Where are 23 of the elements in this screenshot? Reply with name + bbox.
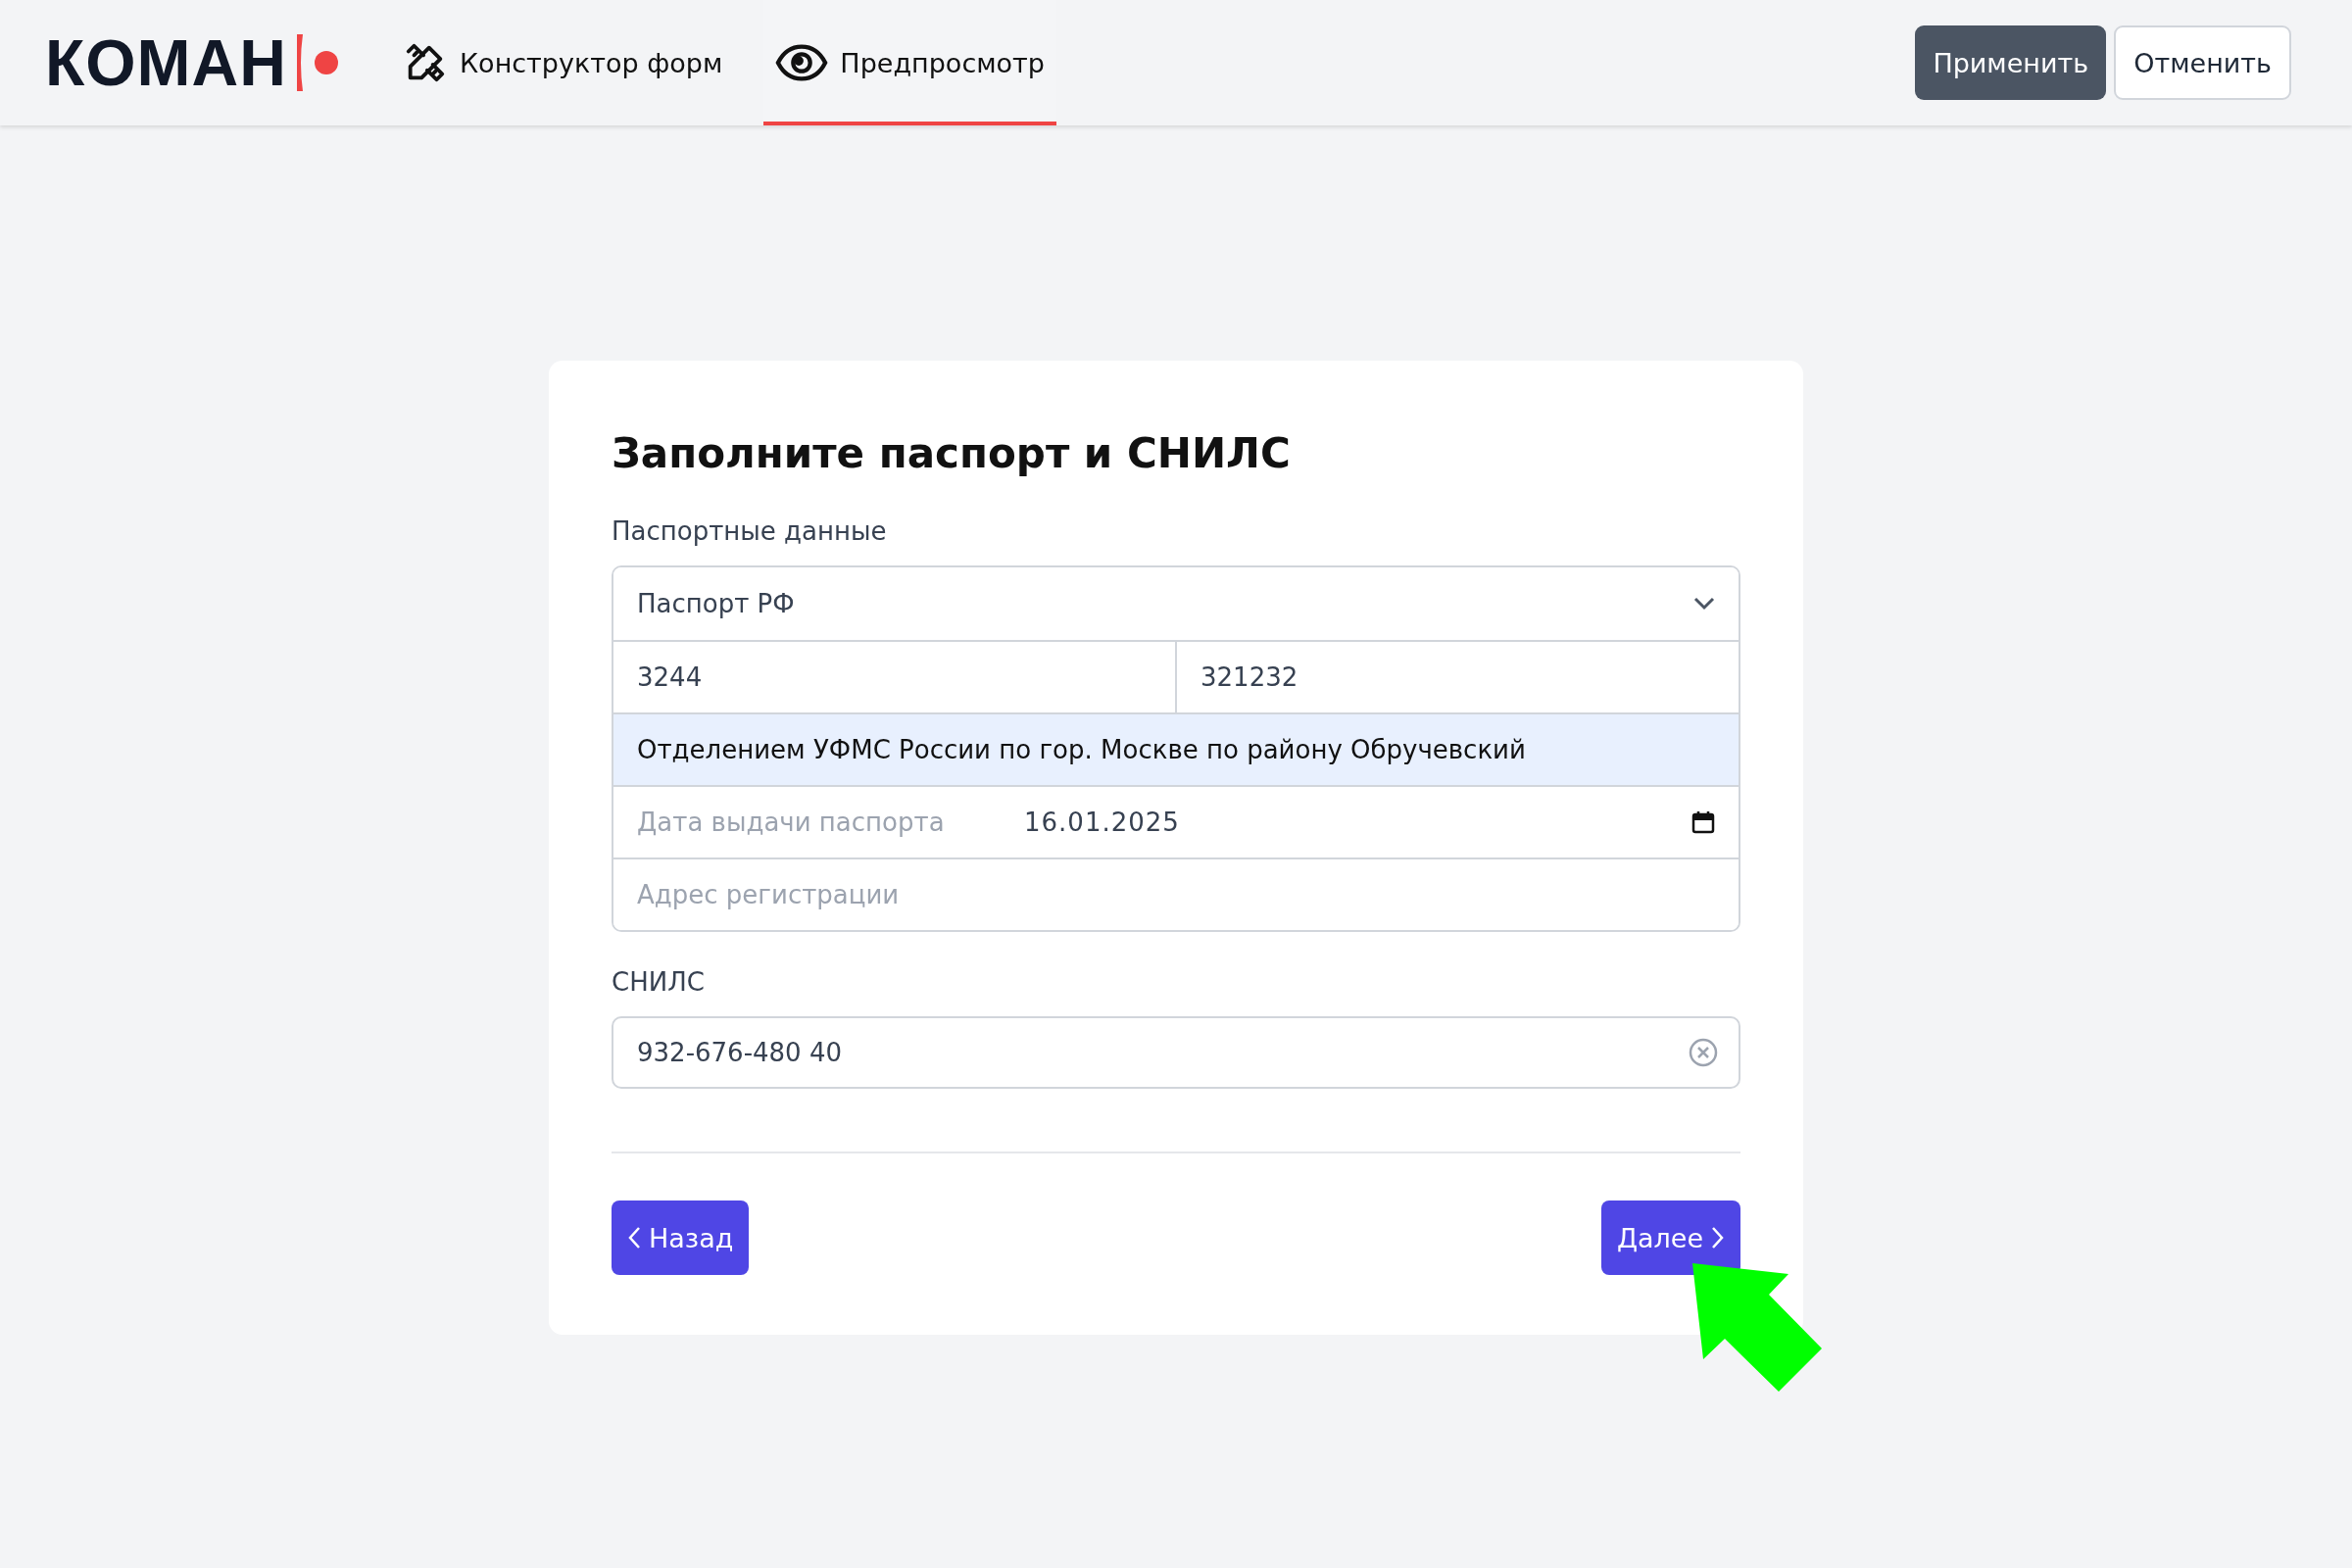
nav-tab[interactable]: Конструктор форм	[390, 0, 735, 125]
form-title: Заполните паспорт и СНИЛС	[612, 429, 1292, 477]
snils-input[interactable]: 932-676-480 40	[612, 1016, 1740, 1089]
cancel-button[interactable]: Отменить	[2114, 25, 2291, 100]
issued-by-input[interactable]: Отделением УФМС России по гор. Москве по району Обручевский	[613, 714, 1739, 785]
document-type-select[interactable]: Паспорт РФ	[613, 567, 1739, 640]
chevron-down-icon	[1693, 597, 1715, 611]
chevron-left-icon	[627, 1226, 641, 1250]
clear-icon[interactable]	[1688, 1037, 1719, 1068]
calendar-icon	[1691, 810, 1715, 834]
chevron-right-icon	[1711, 1226, 1725, 1250]
snils-label: СНИЛС	[612, 967, 706, 997]
series-input[interactable]: 3244	[613, 642, 1175, 712]
section-label: Паспортные данные	[612, 516, 888, 546]
issue-date-field[interactable]: Дата выдачи паспорта 16.01.2025	[613, 787, 1739, 858]
nav-tab[interactable]: Предпросмотр	[763, 0, 1056, 125]
eye-icon	[775, 43, 829, 82]
address-input[interactable]: Адрес регистрации	[613, 859, 1739, 930]
pointer-arrow-icon	[1691, 1262, 1824, 1394]
apply-button[interactable]: Применить	[1915, 25, 2107, 100]
logo-text: КОМАН	[45, 25, 287, 100]
next-button[interactable]: Далее	[1600, 1200, 1740, 1275]
back-button[interactable]: Назад	[612, 1200, 750, 1275]
